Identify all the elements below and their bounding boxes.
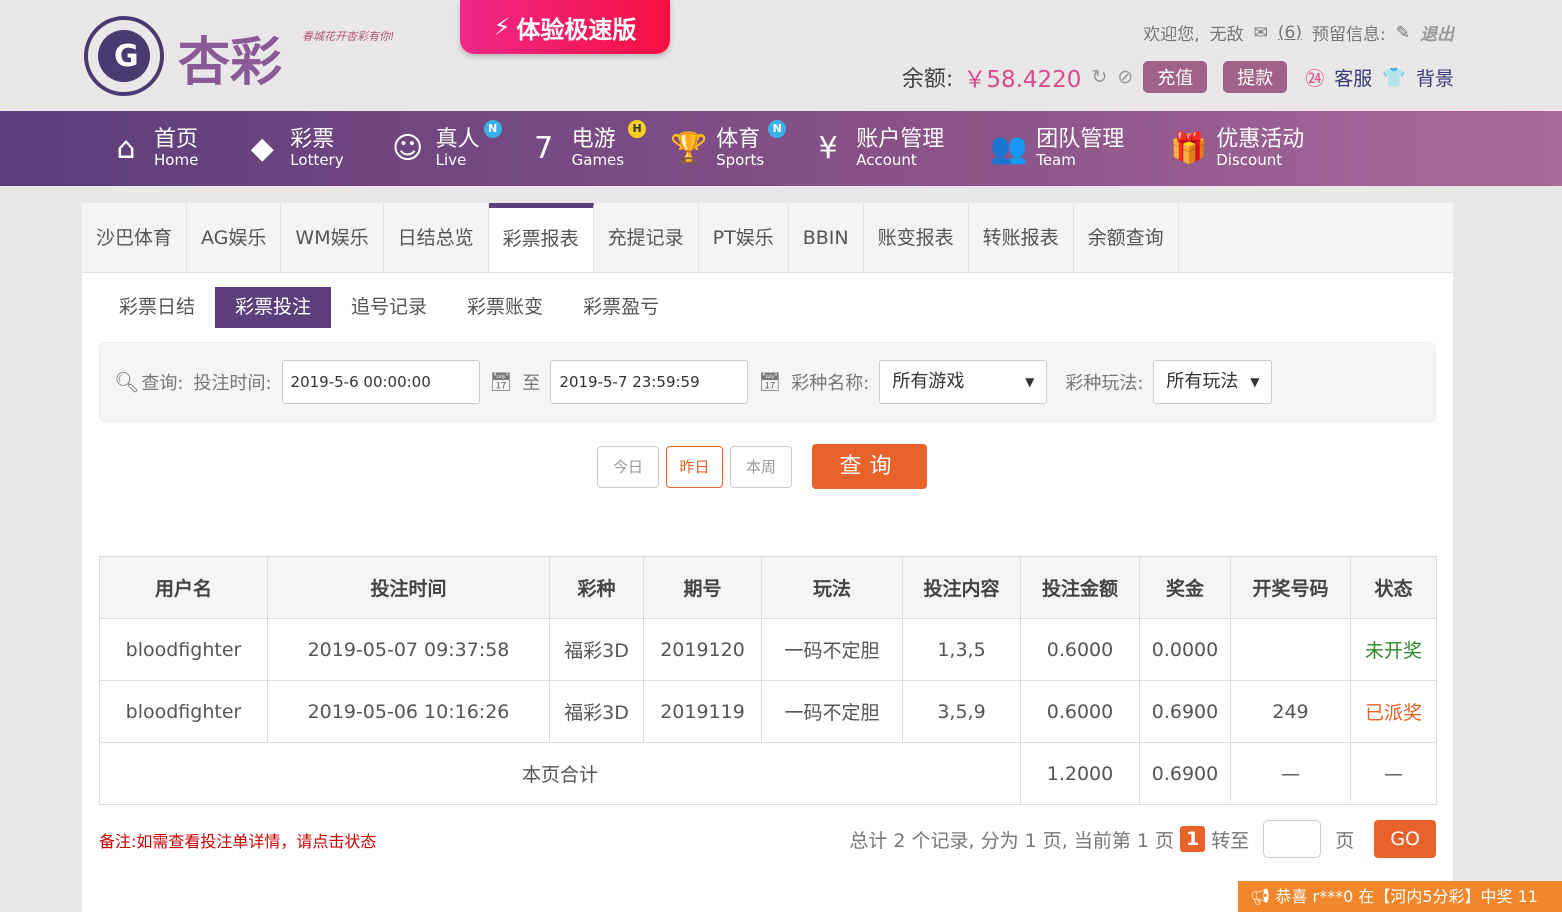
search-icon: 🔍︎ [114,370,140,394]
play-select[interactable]: 所有玩法 ▼ [1153,360,1273,404]
table-row: bloodfighter 2019-05-07 09:37:58 福彩3D 20191… [99,618,1437,681]
team-icon: 👥 [990,131,1028,166]
slot-icon: 7 [534,131,554,166]
nav-discount[interactable]: 🎁 优惠活动 Discount [1170,128,1304,169]
tab-daily[interactable]: 日结总览 [384,203,489,272]
tab-balance[interactable]: 余额查询 [1074,203,1179,272]
nav-account[interactable]: ¥ 账户管理 Account [810,128,945,169]
table-row: bloodfighter 2019-05-06 10:16:26 福彩3D 20191… [99,680,1437,743]
report-tabs: 沙巴体育 AG娱乐 WM娱乐 日结总览 彩票报表 充提记录 PT娱乐 BBIN … [82,203,1453,273]
speed-version-button[interactable]: ⚡ 体验极速版 [460,0,670,54]
table-header: 用户名 投注时间 彩种 期号 玩法 投注内容 投注金额 奖金 开奖号码 状态 [99,556,1437,619]
filter-bar: 🔍︎ 查询: 投注时间: 2019-5-6 00:00:00 📅︎ 至 2019-… [99,342,1436,422]
today-button[interactable]: 今日 [597,446,659,488]
background-link[interactable]: 背景 [1416,64,1454,91]
home-icon: ⌂ [116,131,136,166]
main-nav: ⌂ 首页 Home ◆ 彩票 Lottery ☺ 真人 Live N 7 电游 Games H 🏆 体… [0,111,1562,186]
logout-link[interactable]: 退出 [1420,20,1454,45]
edit-icon[interactable]: ✎ [1396,23,1410,43]
tab-ag[interactable]: AG娱乐 [187,203,282,272]
logo[interactable]: G 杏彩 春城花开杏彩有你! [82,12,422,100]
nav-team[interactable]: 👥 团队管理 Team [990,128,1124,169]
username: 无敌 [1209,25,1244,45]
pagination: 总计 2 个记录, 分为 1 页, 当前第 1 页 1 转至 页 GO [849,820,1436,858]
tab-wm[interactable]: WM娱乐 [281,203,384,272]
new-badge: N [483,120,502,138]
tab-bbin[interactable]: BBIN [789,203,864,272]
withdraw-button[interactable]: 提款 [1223,61,1288,93]
mail-icon[interactable]: ✉ [1254,23,1268,43]
search-button[interactable]: 查询 [812,444,927,489]
bets-table: 用户名 投注时间 彩种 期号 玩法 投注内容 投注金额 奖金 开奖号码 状态 bloodfight… [99,556,1437,805]
megaphone-icon: 📢︎ [1250,887,1276,906]
game-select[interactable]: 所有游戏 ▼ [879,360,1048,404]
nav-games[interactable]: 7 电游 Games H [526,120,647,169]
subtab-daily[interactable]: 彩票日结 [99,287,215,328]
nav-lottery[interactable]: ◆ 彩票 Lottery [244,128,344,169]
live-icon: ☺ [391,131,424,166]
tab-pt[interactable]: PT娱乐 [699,203,789,272]
dropdown-icon: ▼ [1250,375,1260,389]
messages-link[interactable]: (6) [1278,23,1302,43]
tab-saba[interactable]: 沙巴体育 [82,203,188,272]
subtab-profit[interactable]: 彩票盈亏 [563,287,679,328]
calendar-icon[interactable]: 📅︎ [490,372,513,393]
tab-lottery-report[interactable]: 彩票报表 [488,203,594,272]
tab-deposit-records[interactable]: 充提记录 [594,203,699,272]
goto-page-input[interactable] [1263,820,1322,858]
status-link[interactable]: 未开奖 [1350,618,1437,681]
sub-tabs: 彩票日结 彩票投注 追号记录 彩票账变 彩票盈亏 [99,287,679,328]
account-icon: ¥ [818,131,838,166]
new-badge: N [768,120,787,138]
refresh-icon[interactable]: ↻ [1091,66,1107,88]
go-button[interactable]: GO [1374,820,1436,858]
this-week-button[interactable]: 本周 [730,446,792,488]
shirt-icon[interactable]: 👕 [1382,66,1406,89]
page-1[interactable]: 1 [1180,826,1206,852]
balance-bar: 余额: ￥58.4220 ↻ ⊘ 充值 提款 ㉔客服 👕 背景 [902,60,1454,94]
svg-text:春城花开杏彩有你!: 春城花开杏彩有你! [302,30,394,43]
lottery-icon: ◆ [250,131,274,166]
user-bar: 欢迎您, 无敌 ✉ (6) 预留信息: ✎ 退出 [1143,20,1454,46]
svg-text:G: G [114,39,139,74]
trophy-icon: 🏆 [670,131,708,166]
tab-transfer-report[interactable]: 转账报表 [969,203,1074,272]
subtab-chase[interactable]: 追号记录 [331,287,447,328]
nav-home[interactable]: ⌂ 首页 Home [108,128,198,169]
gift-icon: 🎁 [1170,131,1208,166]
total-row: 本页合计 1.2000 0.6900— — [99,742,1437,805]
balance-value: ￥58.4220 [963,67,1082,93]
yesterday-button[interactable]: 昨日 [666,446,723,488]
tab-change-report[interactable]: 账变报表 [864,203,969,272]
deposit-button[interactable]: 充值 [1143,61,1208,93]
end-time-input[interactable]: 2019-5-7 23:59:59 [550,360,749,404]
subtab-changes[interactable]: 彩票账变 [447,287,563,328]
calendar-icon[interactable]: 📅︎ [758,372,781,393]
nav-live[interactable]: ☺ 真人 Live N [390,120,502,169]
dropdown-icon: ▼ [1025,375,1035,389]
start-time-input[interactable]: 2019-5-6 00:00:00 [281,360,480,404]
subtab-bets[interactable]: 彩票投注 [215,287,332,328]
hot-badge: H [628,120,647,138]
nav-sports[interactable]: 🏆 体育 Sports N [670,120,787,169]
lightning-icon: ⚡ [493,13,511,41]
hide-icon[interactable]: ⊘ [1117,66,1133,88]
svg-text:杏彩: 杏彩 [178,33,282,93]
status-link[interactable]: 已派奖 [1350,680,1437,743]
service-icon[interactable]: ㉔ [1305,64,1324,91]
winner-ticker: 📢︎ 恭喜 r***0 在【河内5分彩】中奖 11 [1238,881,1562,912]
note-text: 备注:如需查看投注单详情，请点击状态 [99,832,377,851]
service-link[interactable]: 客服 [1334,64,1372,91]
